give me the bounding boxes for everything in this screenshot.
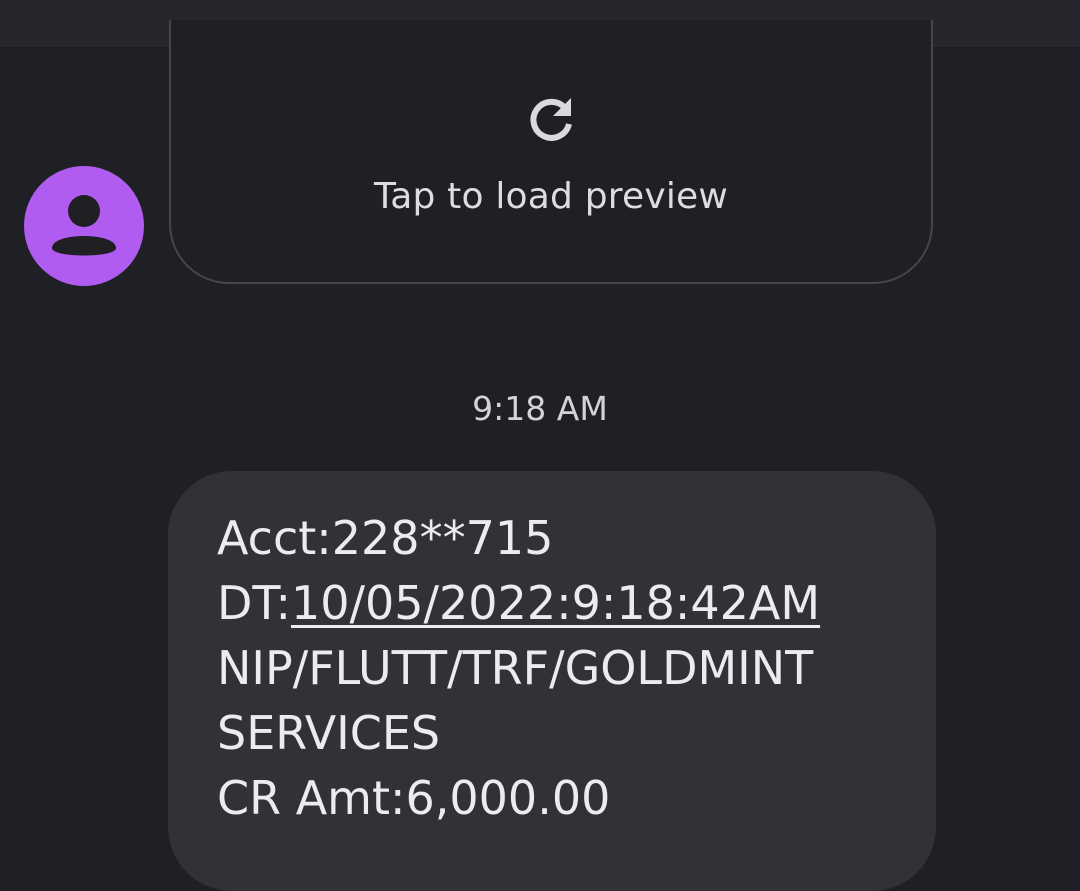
contact-avatar[interactable] xyxy=(24,166,144,286)
person-icon xyxy=(52,195,116,256)
message-line-account: Acct:228**715 xyxy=(217,511,554,565)
date-prefix: DT: xyxy=(217,576,291,630)
message-line-services: SERVICES xyxy=(217,706,441,760)
message-line-narration: NIP/FLUTT/TRF/GOLDMINT xyxy=(217,641,814,695)
reload-icon[interactable] xyxy=(525,94,577,146)
date-link[interactable]: 10/05/2022:9:18:42AM xyxy=(291,576,820,630)
message-timestamp: 9:18 AM xyxy=(472,389,608,428)
preview-label[interactable]: Tap to load preview xyxy=(169,176,933,217)
link-preview-card[interactable] xyxy=(169,20,933,284)
message-line-date: DT:10/05/2022:9:18:42AM xyxy=(217,580,820,626)
message-line-amount: CR Amt:6,000.00 xyxy=(217,771,611,825)
